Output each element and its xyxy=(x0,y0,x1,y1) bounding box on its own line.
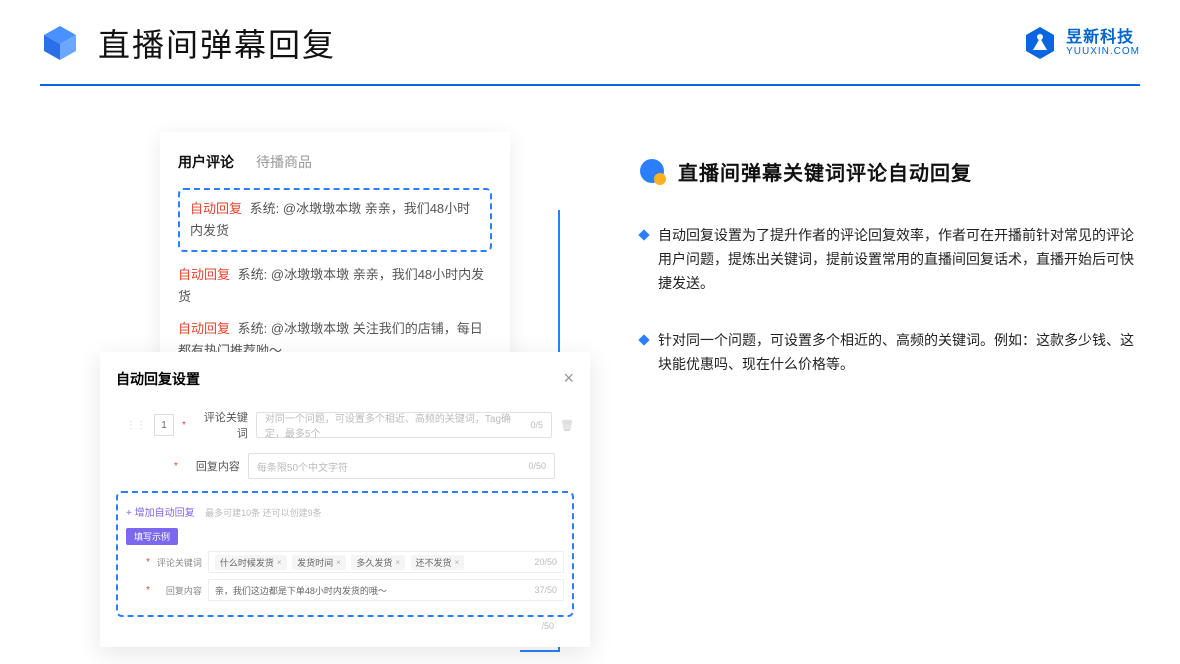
connector-line-h xyxy=(520,650,560,652)
index-box: 1 xyxy=(154,414,174,436)
auto-reply-tag: 自动回复 xyxy=(178,267,230,282)
section-title: 直播间弹幕关键词评论自动回复 xyxy=(678,157,972,186)
brand-name: 昱新科技 xyxy=(1066,29,1140,47)
settings-title: 自动回复设置 xyxy=(116,369,200,389)
comment-prefix: 系统: xyxy=(238,267,268,282)
diamond-icon xyxy=(638,335,649,346)
comment-prefix: 系统: xyxy=(238,321,268,336)
ex-reply-text: 亲，我们这边都是下单48小时内发货的哦～ xyxy=(215,584,387,597)
cube-icon xyxy=(40,23,80,63)
keyword-input[interactable]: 对同一个问题，可设置多个相近、高频的关键词，Tag确定，最多5个 0/5 xyxy=(256,412,552,438)
ex-keyword-label: 评论关键词 xyxy=(156,556,202,569)
page-header: 直播间弹幕回复 昱新科技 YUUXIN.COM xyxy=(0,0,1180,66)
tab-pending-products[interactable]: 待播商品 xyxy=(256,152,312,172)
add-auto-reply-link[interactable]: + 增加自动回复 xyxy=(126,508,195,519)
reply-placeholder: 每条限50个中文字符 xyxy=(257,459,348,474)
settings-card: 自动回复设置 × ⋮⋮ 1 * 评论关键词 对同一个问题，可设置多个相近、高频的… xyxy=(100,352,590,647)
tag-list: 什么时候发货× 发货时间× 多久发货× 还不发货× xyxy=(215,555,467,570)
drag-handle-icon[interactable]: ⋮⋮ xyxy=(126,420,146,431)
required-mark: * xyxy=(174,461,178,472)
example-reply-row: * 回复内容 亲，我们这边都是下单48小时内发货的哦～ 37/50 xyxy=(126,579,564,601)
reply-input[interactable]: 每条限50个中文字符 0/50 xyxy=(248,453,555,479)
example-section: + 增加自动回复 最多可建10条 还可以创建9条 填写示例 * 评论关键词 什么… xyxy=(116,491,574,617)
form-row-keyword: ⋮⋮ 1 * 评论关键词 对同一个问题，可设置多个相近、高频的关键词，Tag确定… xyxy=(116,409,574,441)
bullet-item: 针对同一个问题，可设置多个相近的、高频的关键词。例如：这款多少钱、这块能优惠吗、… xyxy=(640,329,1140,377)
ex-reply-label: 回复内容 xyxy=(156,584,202,597)
brand-url: YUUXIN.COM xyxy=(1066,46,1140,57)
reply-counter: 0/50 xyxy=(528,461,546,471)
ex-reply-counter: 37/50 xyxy=(534,585,557,595)
dot-icon xyxy=(640,159,666,185)
trash-icon[interactable]: 🗑 xyxy=(560,419,574,432)
required-mark: * xyxy=(182,420,186,431)
diamond-icon xyxy=(638,229,649,240)
highlighted-comment: 自动回复 系统: @冰墩墩本墩 亲亲，我们48小时内发货 xyxy=(178,188,492,252)
ex-keyword-counter: 20/50 xyxy=(534,557,557,567)
brand-icon xyxy=(1022,25,1058,61)
reply-label: 回复内容 xyxy=(186,458,240,474)
example-badge: 填写示例 xyxy=(126,528,178,545)
comments-card: 用户评论 待播商品 自动回复 系统: @冰墩墩本墩 亲亲，我们48小时内发货 自… xyxy=(160,132,510,389)
brand-logo: 昱新科技 YUUXIN.COM xyxy=(1022,25,1140,61)
auto-reply-tag: 自动回复 xyxy=(178,321,230,336)
bullet-text: 自动回复设置为了提升作者的评论回复效率，作者可在开播前针对常见的评论用户问题，提… xyxy=(658,224,1140,295)
ex-reply-box[interactable]: 亲，我们这边都是下单48小时内发货的哦～ 37/50 xyxy=(208,579,564,601)
comment-tabs: 用户评论 待播商品 xyxy=(178,152,492,172)
right-column: 直播间弹幕关键词评论自动回复 自动回复设置为了提升作者的评论回复效率，作者可在开… xyxy=(640,132,1140,411)
page-title: 直播间弹幕回复 xyxy=(98,20,336,66)
add-row: + 增加自动回复 最多可建10条 还可以创建9条 xyxy=(126,503,564,521)
required-mark: * xyxy=(146,557,150,568)
tag-chip[interactable]: 发货时间× xyxy=(292,555,346,570)
keyword-placeholder: 对同一个问题，可设置多个相近、高频的关键词，Tag确定，最多5个 xyxy=(265,410,531,440)
section-header: 直播间弹幕关键词评论自动回复 xyxy=(640,157,1140,186)
bottom-counter: /50 xyxy=(116,617,574,631)
close-icon[interactable]: × xyxy=(563,368,574,389)
brand-text: 昱新科技 YUUXIN.COM xyxy=(1066,29,1140,58)
add-hint: 最多可建10条 还可以创建9条 xyxy=(205,508,322,518)
tag-chip[interactable]: 多久发货× xyxy=(351,555,405,570)
tag-chip[interactable]: 还不发货× xyxy=(411,555,465,570)
ex-keyword-box[interactable]: 什么时候发货× 发货时间× 多久发货× 还不发货× 20/50 xyxy=(208,551,564,573)
form-row-reply: * 回复内容 每条限50个中文字符 0/50 xyxy=(116,453,574,479)
comment-prefix: 系统: xyxy=(250,201,280,216)
bullet-item: 自动回复设置为了提升作者的评论回复效率，作者可在开播前针对常见的评论用户问题，提… xyxy=(640,224,1140,295)
settings-header: 自动回复设置 × xyxy=(116,368,574,389)
tag-chip[interactable]: 什么时候发货× xyxy=(215,555,287,570)
content-area: 用户评论 待播商品 自动回复 系统: @冰墩墩本墩 亲亲，我们48小时内发货 自… xyxy=(0,86,1180,411)
bullet-text: 针对同一个问题，可设置多个相近的、高频的关键词。例如：这款多少钱、这块能优惠吗、… xyxy=(658,329,1140,377)
keyword-counter: 0/5 xyxy=(531,420,544,430)
comment-item: 自动回复 系统: @冰墩墩本墩 亲亲，我们48小时内发货 xyxy=(190,198,480,242)
tab-user-comments[interactable]: 用户评论 xyxy=(178,152,234,172)
example-keyword-row: * 评论关键词 什么时候发货× 发货时间× 多久发货× 还不发货× 20/50 xyxy=(126,551,564,573)
keyword-label: 评论关键词 xyxy=(194,409,248,441)
header-left: 直播间弹幕回复 xyxy=(40,20,336,66)
comment-item: 自动回复 系统: @冰墩墩本墩 亲亲，我们48小时内发货 xyxy=(178,264,492,308)
required-mark: * xyxy=(146,585,150,596)
auto-reply-tag: 自动回复 xyxy=(190,201,242,216)
left-column: 用户评论 待播商品 自动回复 系统: @冰墩墩本墩 亲亲，我们48小时内发货 自… xyxy=(100,132,590,411)
